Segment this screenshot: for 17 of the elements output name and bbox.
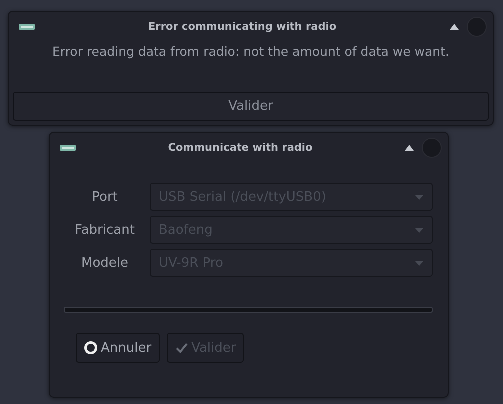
field-label: Fabricant [74,222,136,238]
ok-button[interactable]: Valider [13,92,489,121]
app-icon [60,145,76,151]
caret-icon [415,228,424,232]
caret-icon [415,194,424,200]
cancel-button[interactable]: Annuler [76,333,160,363]
error-message: Error reading data from radio: not the amount of data we want. [52,44,450,59]
app-icon [19,24,35,30]
check-icon [174,341,189,355]
ring-icon [84,341,98,355]
window-title: Error communicating with radio [147,21,338,33]
collapse-icon[interactable] [405,145,414,151]
field-label: Modele [80,256,130,270]
collapse-icon[interactable] [450,24,459,30]
field-label: Port [91,190,119,204]
caret-icon [415,260,424,266]
window-title: Communicate with radio [167,142,314,154]
